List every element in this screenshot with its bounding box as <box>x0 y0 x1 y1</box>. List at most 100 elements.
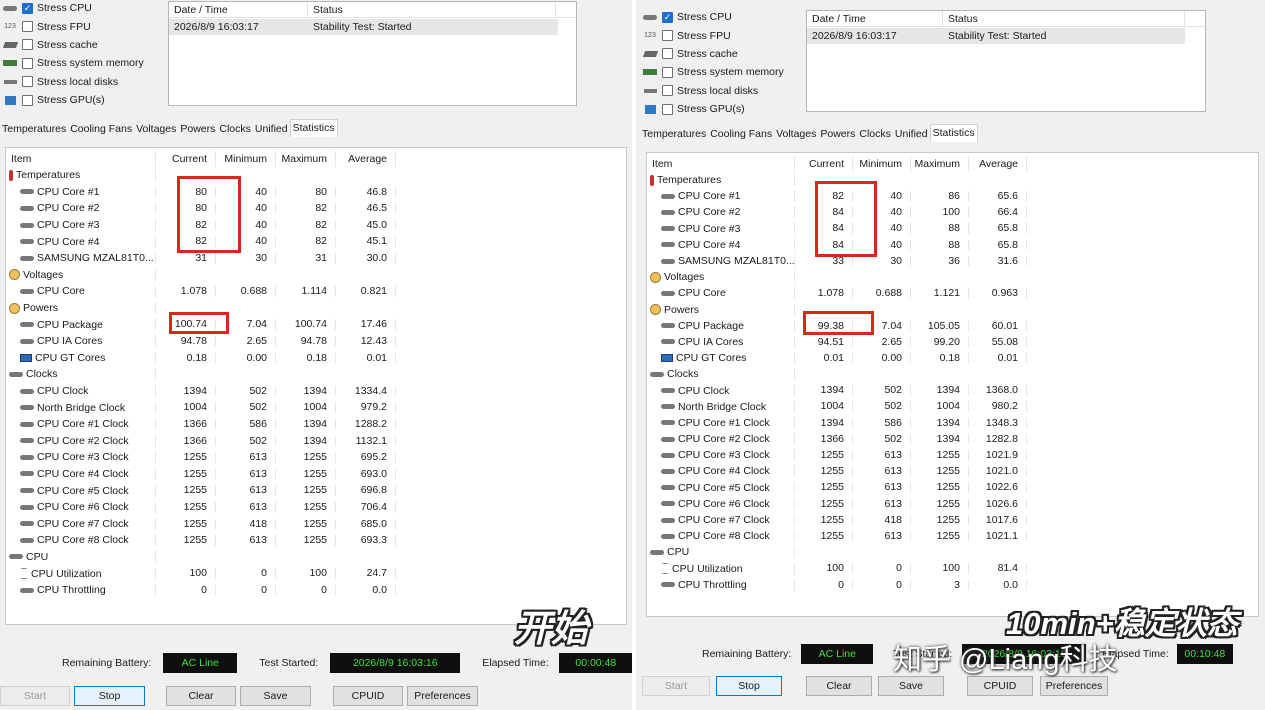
section-row[interactable]: Temperatures <box>6 167 626 184</box>
sensor-row[interactable]: CPU Throttling 0 0 0 0.0 <box>6 582 626 599</box>
section-row[interactable]: Powers <box>6 300 626 317</box>
sensor-row[interactable]: CPU Core #4 Clock 1255 613 1255 1021.0 <box>647 463 1258 479</box>
sensor-row[interactable]: CPU Core #2 Clock 1366 502 1394 1282.8 <box>647 431 1258 447</box>
stress-gpu-checkbox[interactable] <box>22 94 33 106</box>
sensor-row[interactable]: CPU Package 100.74 7.04 100.74 17.46 <box>6 316 626 333</box>
cpuid-button[interactable]: CPUID <box>333 686 403 706</box>
log-row[interactable]: 2026/8/9 16:03:17 Stability Test: Started <box>807 28 1185 44</box>
stress-gpu-checkbox[interactable] <box>662 103 673 115</box>
preferences-button[interactable]: Preferences <box>407 686 478 706</box>
sensor-row[interactable]: CPU Core #8 Clock 1255 613 1255 1021.1 <box>647 528 1258 544</box>
sensor-row[interactable]: CPU Clock 1394 502 1394 1368.0 <box>647 382 1258 398</box>
stop-button[interactable]: Stop <box>74 686 145 706</box>
col-minimum[interactable]: Minimum <box>216 151 276 167</box>
stress-option-cpu[interactable]: ✓ Stress CPU <box>642 8 807 26</box>
sensor-row[interactable]: CPU Package 99.38 7.04 105.05 60.01 <box>647 318 1258 334</box>
stress-option-gpu[interactable]: Stress GPU(s) <box>2 91 167 109</box>
section-row[interactable]: CPU <box>6 549 626 566</box>
clear-button[interactable]: Clear <box>166 686 236 706</box>
sensor-row[interactable]: CPU Core #5 Clock 1255 613 1255 1022.6 <box>647 480 1258 496</box>
stress-option-fpu[interactable]: 123 Stress FPU <box>2 17 167 35</box>
tab-unified[interactable]: Unified <box>893 126 930 142</box>
stress-option-cache[interactable]: Stress cache <box>2 36 167 54</box>
sensor-row[interactable]: CPU IA Cores 94.51 2.65 99.20 55.08 <box>647 334 1258 350</box>
stress-cpu-checkbox[interactable]: ✓ <box>662 11 673 23</box>
section-row[interactable]: CPU <box>647 544 1258 560</box>
sensor-row[interactable]: CPU IA Cores 94.78 2.65 94.78 12.43 <box>6 333 626 350</box>
sensor-row[interactable]: CPU Utilization 100 0 100 81.4 <box>647 561 1258 577</box>
tab-temperatures[interactable]: Temperatures <box>640 126 708 142</box>
sensor-row[interactable]: CPU Core #3 82 40 82 45.0 <box>6 217 626 234</box>
sensor-row[interactable]: North Bridge Clock 1004 502 1004 980.2 <box>647 399 1258 415</box>
save-button[interactable]: Save <box>240 686 311 706</box>
sensor-row[interactable]: CPU Clock 1394 502 1394 1334.4 <box>6 383 626 400</box>
sensor-row[interactable]: CPU Core #1 Clock 1366 586 1394 1288.2 <box>6 416 626 433</box>
sensor-row[interactable]: CPU Core #4 84 40 88 65.8 <box>647 237 1258 253</box>
stress-option-cache[interactable]: Stress cache <box>642 45 807 63</box>
log-row[interactable]: 2026/8/9 16:03:17 Stability Test: Started <box>169 19 558 35</box>
sensor-row[interactable]: CPU Core 1.078 0.688 1.121 0.963 <box>647 285 1258 301</box>
tab-cooling-fans[interactable]: Cooling Fans <box>708 126 774 142</box>
sensor-row[interactable]: CPU Core 1.078 0.688 1.114 0.821 <box>6 283 626 300</box>
sensor-row[interactable]: CPU Core #1 80 40 80 46.8 <box>6 184 626 201</box>
sensor-row[interactable]: CPU Core #7 Clock 1255 418 1255 1017.6 <box>647 512 1258 528</box>
tab-statistics[interactable]: Statistics <box>929 124 978 142</box>
col-current[interactable]: Current <box>795 156 853 172</box>
col-maximum[interactable]: Maximum <box>911 156 969 172</box>
stress-memory-checkbox[interactable] <box>22 57 33 69</box>
cpuid-button[interactable]: CPUID <box>967 676 1033 696</box>
sensor-row[interactable]: CPU Core #3 84 40 88 65.8 <box>647 221 1258 237</box>
tab-powers[interactable]: Powers <box>818 126 857 142</box>
col-maximum[interactable]: Maximum <box>276 151 336 167</box>
sensor-row[interactable]: CPU GT Cores 0.18 0.00 0.18 0.01 <box>6 350 626 367</box>
tab-powers[interactable]: Powers <box>178 121 217 137</box>
col-item[interactable]: Item <box>6 151 156 167</box>
stress-option-disks[interactable]: Stress local disks <box>642 82 807 100</box>
sensor-row[interactable]: CPU Core #6 Clock 1255 613 1255 706.4 <box>6 499 626 516</box>
preferences-button[interactable]: Preferences <box>1040 676 1108 696</box>
sensor-row[interactable]: CPU Core #1 Clock 1394 586 1394 1348.3 <box>647 415 1258 431</box>
section-row[interactable]: Voltages <box>6 267 626 284</box>
sensor-row[interactable]: CPU Core #1 82 40 86 65.6 <box>647 188 1258 204</box>
sensor-row[interactable]: CPU Core #2 80 40 82 46.5 <box>6 200 626 217</box>
col-item[interactable]: Item <box>647 156 795 172</box>
stress-option-memory[interactable]: Stress system memory <box>642 63 807 81</box>
sensor-row[interactable]: SAMSUNG MZAL81T0... 33 30 36 31.6 <box>647 253 1258 269</box>
tab-clocks[interactable]: Clocks <box>857 126 893 142</box>
section-row[interactable]: Powers <box>647 302 1258 318</box>
start-button[interactable]: Start <box>642 676 710 696</box>
stress-option-disks[interactable]: Stress local disks <box>2 73 167 91</box>
sensor-row[interactable]: CPU GT Cores 0.01 0.00 0.18 0.01 <box>647 350 1258 366</box>
sensor-row[interactable]: CPU Core #3 Clock 1255 613 1255 1021.9 <box>647 447 1258 463</box>
sensor-row[interactable]: CPU Core #6 Clock 1255 613 1255 1026.6 <box>647 496 1258 512</box>
tab-clocks[interactable]: Clocks <box>217 121 253 137</box>
start-button[interactable]: Start <box>0 686 70 706</box>
stress-cache-checkbox[interactable] <box>22 39 33 51</box>
sensor-row[interactable]: North Bridge Clock 1004 502 1004 979.2 <box>6 399 626 416</box>
section-row[interactable]: Clocks <box>6 366 626 383</box>
sensor-row[interactable]: CPU Core #4 Clock 1255 613 1255 693.0 <box>6 466 626 483</box>
sensor-row[interactable]: CPU Core #3 Clock 1255 613 1255 695.2 <box>6 449 626 466</box>
stress-cpu-checkbox[interactable]: ✓ <box>22 2 33 14</box>
sensor-row[interactable]: CPU Core #8 Clock 1255 613 1255 693.3 <box>6 532 626 549</box>
section-row[interactable]: Clocks <box>647 366 1258 382</box>
section-row[interactable]: Temperatures <box>647 172 1258 188</box>
sensor-row[interactable]: CPU Core #2 Clock 1366 502 1394 1132.1 <box>6 433 626 450</box>
stress-fpu-checkbox[interactable] <box>22 21 33 33</box>
stress-fpu-checkbox[interactable] <box>662 30 673 42</box>
col-average[interactable]: Average <box>969 156 1027 172</box>
stress-cache-checkbox[interactable] <box>662 48 673 60</box>
sensor-row[interactable]: CPU Utilization 100 0 100 24.7 <box>6 565 626 582</box>
stress-option-gpu[interactable]: Stress GPU(s) <box>642 100 807 118</box>
clear-button[interactable]: Clear <box>806 676 872 696</box>
stress-disks-checkbox[interactable] <box>22 76 33 88</box>
tab-cooling-fans[interactable]: Cooling Fans <box>68 121 134 137</box>
stress-option-cpu[interactable]: ✓ Stress CPU <box>2 0 167 17</box>
col-minimum[interactable]: Minimum <box>853 156 911 172</box>
stress-disks-checkbox[interactable] <box>662 85 673 97</box>
section-row[interactable]: Voltages <box>647 269 1258 285</box>
tab-statistics[interactable]: Statistics <box>289 119 338 137</box>
sensor-row[interactable]: CPU Core #7 Clock 1255 418 1255 685.0 <box>6 515 626 532</box>
stress-memory-checkbox[interactable] <box>662 66 673 78</box>
sensor-row[interactable]: CPU Core #2 84 40 100 66.4 <box>647 204 1258 220</box>
